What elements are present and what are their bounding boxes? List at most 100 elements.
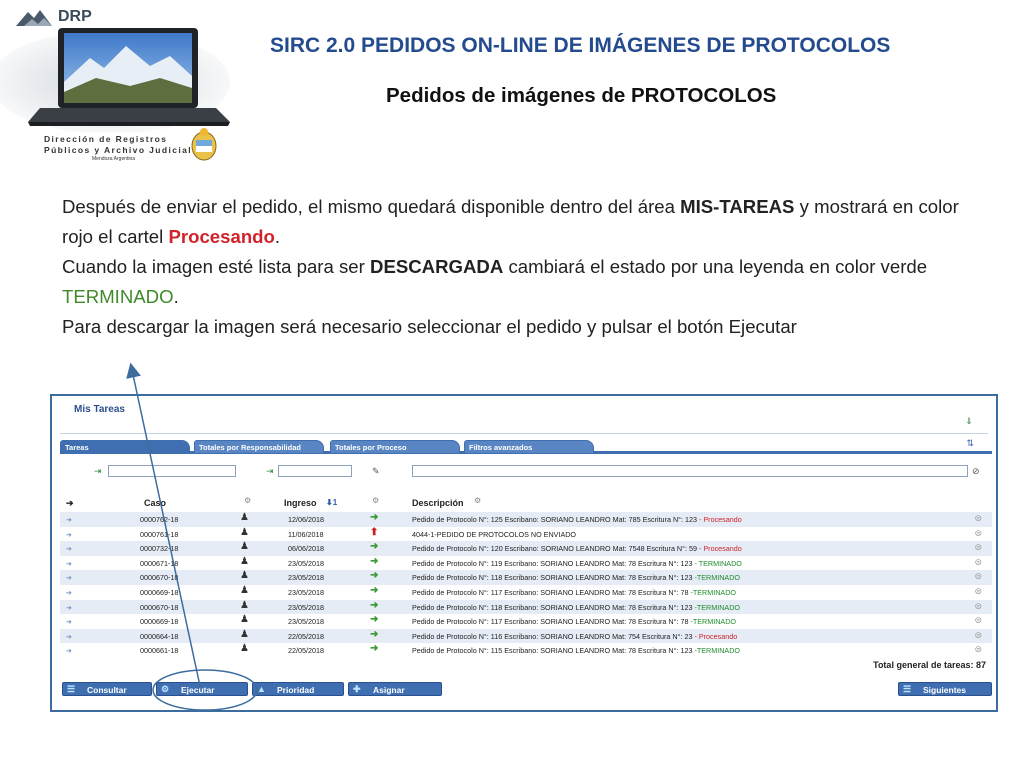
descripcion-filter-input[interactable] <box>412 465 968 477</box>
prioridad-button[interactable]: ▲ Prioridad <box>252 682 344 696</box>
descripcion-text: Pedido de Protocolo N°: 118 Escribano: S… <box>412 573 695 583</box>
column-config-icon[interactable]: ⚙ <box>474 496 481 505</box>
descripcion-text: Pedido de Protocolo N°: 116 Escribano: S… <box>412 631 695 641</box>
ingreso-cell: 23/05/2018 <box>288 573 324 583</box>
caso-cell: 0000669-18 <box>140 617 179 627</box>
estado-label: -TERMINADO <box>690 587 736 597</box>
siguientes-button[interactable]: ☰ Siguientes <box>898 682 992 696</box>
descargada-label: DESCARGADA <box>370 256 504 277</box>
estado-label: -TERMINADO <box>690 617 736 627</box>
row-arrow-icon[interactable]: ➔ <box>66 588 72 597</box>
column-descripcion[interactable]: Descripción <box>412 498 464 508</box>
tab-totales-responsabilidad[interactable]: Totales por Responsabilidad <box>194 440 324 454</box>
row-arrow-icon[interactable]: ➔ <box>66 617 72 626</box>
page-subtitle: Pedidos de imágenes de PROTOCOLOS <box>386 84 777 107</box>
row-arrow-icon[interactable]: ➔ <box>66 646 72 655</box>
person-icon: ♟ <box>240 541 249 553</box>
status-ok-arrow-icon: ➜ <box>370 643 379 655</box>
table-row[interactable]: ➔ 0000761-18 ♟ 11/06/2018 ⬆ 4044-1-PEDIDO DE … <box>60 527 992 542</box>
caso-filter-input[interactable] <box>108 465 236 477</box>
org-name-line1: Dirección de Registros <box>44 134 168 144</box>
row-arrow-icon[interactable]: ➔ <box>66 573 72 582</box>
sort-settings-icon[interactable]: ⇅ <box>966 438 974 449</box>
table-row[interactable]: ➔ 0000661-18 ♟ 22/05/2018 ➜ Pedido de Protoco… <box>60 643 992 658</box>
table-row[interactable]: ➔ 0000762-18 ♟ 12/06/2018 ➜ Pedido de Protoco… <box>60 512 992 527</box>
row-action-icon[interactable]: ⊜ <box>974 601 982 612</box>
person-icon: ♟ <box>240 584 249 596</box>
row-arrow-icon[interactable]: ➔ <box>66 559 72 568</box>
descripcion-text: Pedido de Protocolo N°: 125 Escribano: S… <box>412 515 699 524</box>
estado-label: -TERMINADO <box>694 602 740 612</box>
filter-go-icon[interactable]: ⇥ <box>266 466 274 477</box>
status-ok-arrow-icon: ➜ <box>370 584 379 596</box>
caso-cell: 0000669-18 <box>140 587 179 597</box>
tab-bar: Tareas Totales por Responsabilidad Total… <box>60 438 992 454</box>
no-filter-icon[interactable]: ✎ <box>372 466 380 477</box>
caso-cell: 0000670-18 <box>140 573 179 583</box>
person-icon: ♟ <box>240 570 249 582</box>
row-action-icon[interactable]: ⊜ <box>974 513 982 524</box>
descripcion-text: Pedido de Protocolo N°: 120 Escribano: S… <box>412 544 699 554</box>
estado-label: - Procesando <box>694 631 738 641</box>
table-row[interactable]: ➔ 0000732-18 ♟ 06/06/2018 ➜ Pedido de Protoco… <box>60 541 992 556</box>
column-config-icon[interactable]: ⚙ <box>244 496 251 505</box>
column-ingreso[interactable]: Ingreso <box>284 498 317 508</box>
column-caso[interactable]: Caso <box>144 498 166 508</box>
tab-totales-proceso[interactable]: Totales por Proceso <box>330 440 460 454</box>
caso-cell: 0000732-18 <box>140 544 179 554</box>
person-icon: ♟ <box>240 643 249 655</box>
tab-label: Filtros avanzados <box>469 443 533 452</box>
priority-icon: ▲ <box>257 684 266 694</box>
table-row[interactable]: ➔ 0000664-18 ♟ 22/05/2018 ➜ Pedido de Protoco… <box>60 628 992 644</box>
row-action-icon[interactable]: ⊜ <box>974 557 982 568</box>
descripcion-cell: Pedido de Protocolo N°: 115 Escribano: S… <box>412 646 740 655</box>
row-action-icon[interactable]: ⊜ <box>974 571 982 582</box>
tab-filtros-avanzados[interactable]: Filtros avanzados <box>464 440 594 454</box>
button-label: Asignar <box>373 685 405 695</box>
row-arrow-icon[interactable]: ➔ <box>66 544 72 553</box>
clear-filter-icon[interactable]: ⊘ <box>972 466 980 477</box>
table-row[interactable]: ➔ 0000670-18 ♟ 23/05/2018 ➜ Pedido de Protoco… <box>60 599 992 615</box>
row-action-icon[interactable]: ⊜ <box>974 630 982 641</box>
column-config-icon[interactable]: ⚙ <box>372 496 379 505</box>
caso-cell: 0000671-18 <box>140 558 179 568</box>
asignar-button[interactable]: ✚ Asignar <box>348 682 442 696</box>
button-label: Siguientes <box>923 685 966 695</box>
descripcion-cell: Pedido de Protocolo N°: 117 Escribano: S… <box>412 588 736 597</box>
estado-label: - Procesando <box>699 515 742 524</box>
descripcion-cell: Pedido de Protocolo N°: 118 Escribano: S… <box>412 573 740 582</box>
table-row[interactable]: ➔ 0000670-18 ♟ 23/05/2018 ➜ Pedido de Protoco… <box>60 570 992 585</box>
row-action-icon[interactable]: ⊜ <box>974 542 982 553</box>
row-action-icon[interactable]: ⊜ <box>974 644 982 655</box>
table-row[interactable]: ➔ 0000671-18 ♟ 23/05/2018 ➜ Pedido de Protoco… <box>60 556 992 571</box>
caso-cell: 0000664-18 <box>140 631 179 641</box>
estado-label: - TERMINADO <box>694 558 742 568</box>
filter-go-icon[interactable]: ⇥ <box>94 466 102 477</box>
expand-arrow-icon[interactable]: ➔ <box>66 498 74 509</box>
instructions-text: Después de enviar el pedido, el mismo qu… <box>62 192 982 342</box>
estado-label: -TERMINADO <box>694 573 740 583</box>
row-arrow-icon[interactable]: ➔ <box>66 603 72 612</box>
row-action-icon[interactable]: ⊜ <box>974 615 982 626</box>
row-arrow-icon[interactable]: ➔ <box>66 632 72 641</box>
person-icon: ♟ <box>240 512 249 523</box>
ingreso-cell: 23/05/2018 <box>288 587 324 597</box>
text-segment: Después de enviar el pedido, el mismo qu… <box>62 196 681 217</box>
ingreso-filter-input[interactable] <box>278 465 352 477</box>
collapse-down-icon[interactable]: ⇓ <box>962 416 976 426</box>
sort-desc-icon[interactable]: ⬇1 <box>326 498 337 507</box>
ejecutar-button[interactable]: ⚙ Ejecutar <box>156 682 248 696</box>
row-action-icon[interactable]: ⊜ <box>974 528 982 539</box>
consultar-button[interactable]: ☰ Consultar <box>62 682 152 696</box>
row-arrow-icon[interactable]: ➔ <box>66 530 72 539</box>
text-segment: . <box>173 286 179 307</box>
row-action-icon[interactable]: ⊜ <box>974 586 982 597</box>
person-icon: ♟ <box>240 614 249 626</box>
row-arrow-icon[interactable]: ➔ <box>66 515 72 524</box>
slide: DRP Dirección de Registros Públicos y Ar… <box>0 0 1024 768</box>
table-row[interactable]: ➔ 0000669-18 ♟ 23/05/2018 ➜ Pedido de Protoco… <box>60 585 992 600</box>
tab-tareas[interactable]: Tareas <box>60 440 190 454</box>
mis-tareas-screenshot: Mis Tareas ⇓ Tareas Totales por Responsa… <box>50 394 998 712</box>
tab-label: Tareas <box>65 443 89 452</box>
table-row[interactable]: ➔ 0000669-18 ♟ 23/05/2018 ➜ Pedido de Protoco… <box>60 614 992 629</box>
